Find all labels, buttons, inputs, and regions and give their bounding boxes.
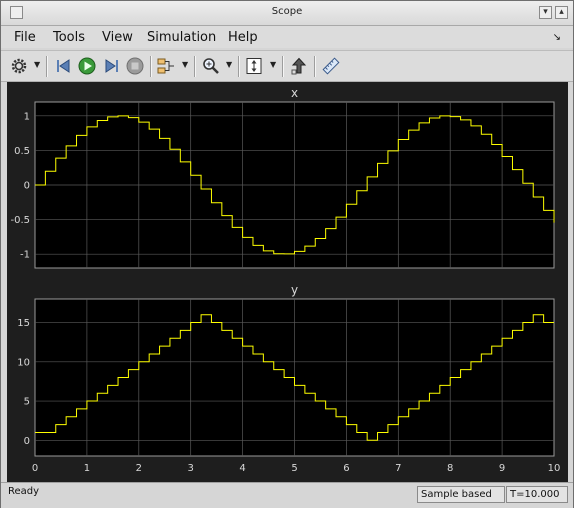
gear-dropdown-icon[interactable]: ▼ [34, 60, 40, 69]
gear-icon[interactable] [10, 57, 28, 75]
x-tick-label: 4 [239, 463, 245, 474]
axes-title: x [291, 86, 298, 100]
run-icon[interactable] [78, 57, 96, 75]
zoom-icon[interactable] [202, 57, 220, 75]
x-tick-label: 5 [291, 463, 297, 474]
axes-y: y 0 1 2 3 4 5 6 7 8 9 10 15 10 5 0 [17, 283, 560, 474]
toolbar-separator [314, 56, 316, 77]
status-text: Ready [8, 486, 40, 497]
y-tick-label: 0.5 [14, 146, 30, 157]
x-tick-label: 3 [188, 463, 194, 474]
plots-svg: x 1 0.5 0 -0.5 -1 y 0 1 2 3 4 5 6 7 8 9 10 15 10 5 0 [7, 82, 568, 483]
window-title: Scope [271, 6, 303, 17]
x-tick-label: 10 [548, 463, 561, 474]
measure-icon[interactable] [322, 57, 340, 75]
menu-tools[interactable]: Tools [53, 30, 85, 45]
y-tick-label: 15 [17, 318, 30, 329]
toolbar-separator [282, 56, 284, 77]
signal-select-icon[interactable] [157, 57, 175, 75]
x-tick-label: 6 [343, 463, 349, 474]
minimize-icon[interactable]: ▾ [539, 6, 552, 19]
x-tick-label: 9 [499, 463, 505, 474]
menu-view[interactable]: View [102, 30, 133, 45]
menu-help[interactable]: Help [228, 30, 258, 45]
step-forward-icon[interactable] [103, 57, 121, 75]
y-tick-label: -1 [20, 250, 30, 261]
y-tick-label: 0 [24, 436, 30, 447]
stop-icon[interactable] [126, 57, 144, 75]
y-tick-label: -0.5 [10, 215, 30, 226]
axes-title: y [291, 283, 298, 297]
toolbar-separator [150, 56, 152, 77]
x-tick-label: 0 [32, 463, 38, 474]
menu-bar: File Tools View Simulation Help ↘ [1, 26, 573, 48]
toolbar-separator [238, 56, 240, 77]
x-tick-label: 7 [395, 463, 401, 474]
menu-file[interactable]: File [14, 30, 36, 45]
menu-simulation[interactable]: Simulation [147, 30, 216, 45]
scope-window: Scope ▾ ▴ File Tools View Simulation Hel… [0, 0, 574, 508]
plot-area: x 1 0.5 0 -0.5 -1 y 0 1 2 3 4 5 6 7 8 9 10 15 10 5 0 [7, 82, 568, 483]
status-bar: Ready Sample based T=10.000 [1, 482, 573, 508]
axes-x: x 1 0.5 0 -0.5 -1 [10, 86, 555, 269]
window-menu-icon[interactable] [10, 6, 23, 19]
time-box: T=10.000 [506, 486, 568, 503]
step-back-icon[interactable] [54, 57, 72, 75]
scale-dropdown-icon[interactable]: ▼ [270, 60, 276, 69]
x-tick-label: 2 [136, 463, 142, 474]
x-tick-label: 1 [84, 463, 90, 474]
y-tick-label: 10 [17, 357, 30, 368]
x-tick-label: 8 [447, 463, 453, 474]
toolbar-separator [194, 56, 196, 77]
zoom-dropdown-icon[interactable]: ▼ [226, 60, 232, 69]
maximize-icon[interactable]: ▴ [555, 6, 568, 19]
signal-dropdown-icon[interactable]: ▼ [182, 60, 188, 69]
highlight-block-icon[interactable] [290, 57, 308, 75]
toolbar-separator [46, 56, 48, 77]
undock-arrow-icon[interactable]: ↘ [553, 32, 561, 43]
title-bar[interactable]: Scope ▾ ▴ [1, 1, 573, 26]
scale-axes-icon[interactable] [245, 57, 263, 75]
y-tick-label: 1 [24, 111, 30, 122]
y-tick-label: 5 [24, 397, 30, 408]
toolbar: ▼ ▼ ▼ ▼ [1, 50, 573, 82]
y-tick-label: 0 [24, 181, 30, 192]
sample-mode-box: Sample based [417, 486, 505, 503]
